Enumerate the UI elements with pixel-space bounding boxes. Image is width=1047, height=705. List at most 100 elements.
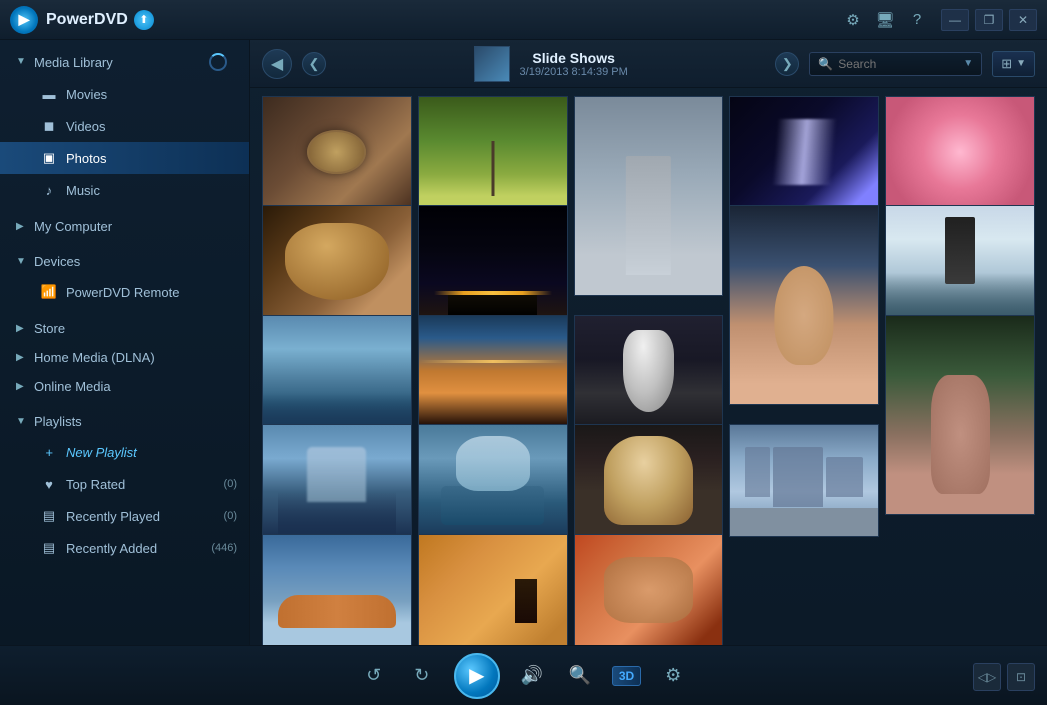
forward-button[interactable]: ↻ xyxy=(406,660,438,692)
content-toolbar: ◀ ❮ Slide Shows 3/19/2013 8:14:39 PM ❯ xyxy=(250,40,1047,88)
slideshow-date: 3/19/2013 8:14:39 PM xyxy=(520,66,628,78)
sidebar-item-media-library[interactable]: ▼ Media Library xyxy=(0,46,249,78)
photo-item[interactable] xyxy=(885,205,1035,317)
zoom-button[interactable]: 🔍 xyxy=(564,660,596,692)
sidebar-item-label: Recently Played xyxy=(66,509,220,524)
photo-item[interactable] xyxy=(418,424,568,536)
volume-icon: 🔊 xyxy=(521,665,543,686)
heart-icon: ♥ xyxy=(40,475,58,493)
titlebar: ▶ PowerDVD ⬆ ⚙ 🖥 ? — ❐ ✕ xyxy=(0,0,1047,40)
photo-item[interactable] xyxy=(418,205,568,317)
close-button[interactable]: ✕ xyxy=(1009,9,1037,31)
sidebar-item-videos[interactable]: ◼ Videos xyxy=(0,110,249,142)
sidebar-item-label: Recently Added xyxy=(66,541,207,556)
sidebar-item-recently-played[interactable]: ▤ Recently Played (0) xyxy=(0,500,249,532)
sidebar-item-devices[interactable]: ▼ Devices xyxy=(0,247,249,276)
sidebar-item-label: Playlists xyxy=(34,414,237,429)
photo-item[interactable] xyxy=(262,424,412,536)
expand-button[interactable]: ◁▷ xyxy=(973,663,1001,691)
photo-item[interactable] xyxy=(262,96,412,208)
sidebar-item-new-playlist[interactable]: + New Playlist xyxy=(0,436,249,468)
photo-item[interactable] xyxy=(574,424,724,536)
photo-item[interactable] xyxy=(574,534,724,645)
slideshow-thumbnail xyxy=(474,46,510,82)
threed-label: 3D xyxy=(619,669,634,683)
prev-button[interactable]: ❮ xyxy=(302,52,326,76)
app-logo: ▶ xyxy=(10,6,38,34)
monitor-icon[interactable]: 🖥 xyxy=(873,8,897,32)
volume-button[interactable]: 🔊 xyxy=(516,660,548,692)
back-button[interactable]: ◀ xyxy=(262,49,292,79)
search-dropdown-icon[interactable]: ▼ xyxy=(963,58,973,69)
pip-icon: ⊡ xyxy=(1016,670,1026,684)
sidebar-item-playlists[interactable]: ▼ Playlists xyxy=(0,407,249,436)
sidebar-item-online-media[interactable]: ▶ Online Media xyxy=(0,372,249,401)
sidebar-item-label: Photos xyxy=(66,151,237,166)
sidebar-item-photos[interactable]: ▣ Photos xyxy=(0,142,249,174)
loading-spinner xyxy=(209,53,227,71)
slideshow-info: Slide Shows 3/19/2013 8:14:39 PM xyxy=(336,46,765,82)
rewind-button[interactable]: ↺ xyxy=(358,660,390,692)
photo-item[interactable] xyxy=(418,96,568,208)
movies-icon: ▬ xyxy=(40,85,58,103)
photo-item[interactable] xyxy=(574,96,724,296)
list-icon: ▤ xyxy=(40,507,58,525)
photo-item[interactable] xyxy=(262,534,412,645)
sidebar-item-my-computer[interactable]: ▶ My Computer xyxy=(0,212,249,241)
sidebar-item-label: Online Media xyxy=(34,379,237,394)
sidebar-item-label: PowerDVD Remote xyxy=(66,285,237,300)
play-button[interactable]: ▶ xyxy=(454,653,500,699)
sidebar-item-label: Top Rated xyxy=(66,477,220,492)
sidebar-item-label: Home Media (DLNA) xyxy=(34,350,237,365)
search-input[interactable] xyxy=(838,57,958,71)
photos-icon: ▣ xyxy=(40,149,58,167)
videos-icon: ◼ xyxy=(40,117,58,135)
next-button[interactable]: ❯ xyxy=(775,52,799,76)
threed-button[interactable]: 3D xyxy=(612,666,641,686)
help-icon[interactable]: ? xyxy=(905,8,929,32)
sidebar-item-top-rated[interactable]: ♥ Top Rated (0) xyxy=(0,468,249,500)
restore-button[interactable]: ❐ xyxy=(975,9,1003,31)
photo-item[interactable] xyxy=(729,205,879,405)
photo-item[interactable] xyxy=(729,96,879,208)
photo-item[interactable] xyxy=(262,315,412,427)
sidebar-item-powerdvd-remote[interactable]: 📶 PowerDVD Remote xyxy=(0,276,249,308)
sidebar-item-label: Music xyxy=(66,183,237,198)
sidebar-item-label: Movies xyxy=(66,87,237,102)
photo-grid xyxy=(250,88,1047,645)
nav-prev-next: ❮ xyxy=(302,52,326,76)
photo-item[interactable] xyxy=(885,96,1035,208)
section-media-library: ▼ Media Library ▬ Movies ◼ Videos ▣ Phot… xyxy=(0,40,249,212)
content-area: ◀ ❮ Slide Shows 3/19/2013 8:14:39 PM ❯ xyxy=(250,40,1047,645)
bottom-right-controls: ◁▷ ⊡ xyxy=(973,663,1035,691)
thumb-image xyxy=(475,47,509,81)
view-dropdown-icon: ▼ xyxy=(1016,58,1026,69)
sidebar-item-movies[interactable]: ▬ Movies xyxy=(0,78,249,110)
back-arrow-icon: ◀ xyxy=(271,54,283,74)
minimize-button[interactable]: — xyxy=(941,9,969,31)
update-arrow-icon: ⬆ xyxy=(139,13,148,26)
window-controls: — ❐ ✕ xyxy=(941,9,1037,31)
slideshow-title-block: Slide Shows 3/19/2013 8:14:39 PM xyxy=(520,50,628,78)
photo-item[interactable] xyxy=(885,315,1035,515)
sidebar-item-store[interactable]: ▶ Store xyxy=(0,314,249,343)
search-box: 🔍 ▼ xyxy=(809,52,982,76)
photo-item[interactable] xyxy=(262,205,412,317)
chevron-down-icon: ▼ xyxy=(16,256,28,268)
photo-item[interactable] xyxy=(418,534,568,645)
photo-item[interactable] xyxy=(418,315,568,427)
zoom-icon: 🔍 xyxy=(569,665,591,686)
update-icon[interactable]: ⬆ xyxy=(134,10,154,30)
settings-button[interactable]: ⚙ xyxy=(657,660,689,692)
sidebar-item-music[interactable]: ♪ Music xyxy=(0,174,249,206)
prev-icon: ❮ xyxy=(309,56,320,72)
section-devices: ▼ Devices 📶 PowerDVD Remote xyxy=(0,241,249,314)
sidebar-item-home-media[interactable]: ▶ Home Media (DLNA) xyxy=(0,343,249,372)
photo-item[interactable] xyxy=(574,315,724,427)
logo-icon: ▶ xyxy=(19,11,30,28)
pip-button[interactable]: ⊡ xyxy=(1007,663,1035,691)
sidebar-item-recently-added[interactable]: ▤ Recently Added (446) xyxy=(0,532,249,564)
photo-item[interactable] xyxy=(729,424,879,536)
view-toggle-button[interactable]: ⊞ ▼ xyxy=(992,51,1035,77)
settings-icon[interactable]: ⚙ xyxy=(841,8,865,32)
